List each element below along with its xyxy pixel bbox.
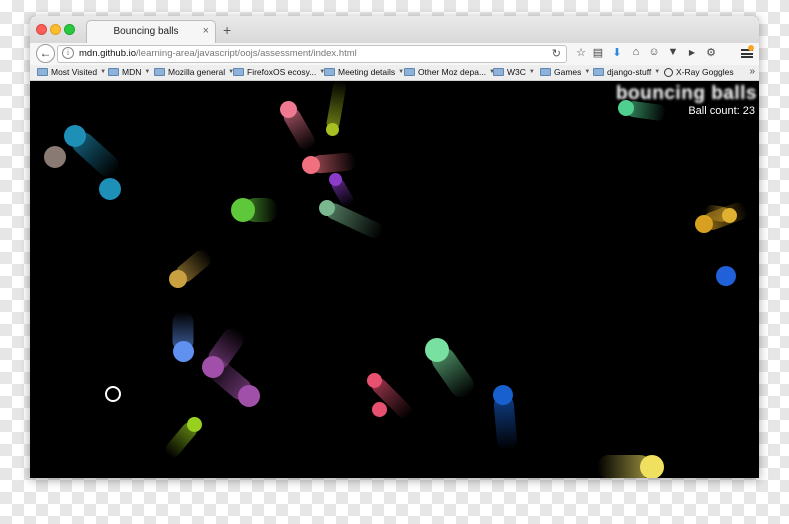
bookmark-firefoxos[interactable]: FirefoxOS ecosy... ▼ (233, 67, 325, 77)
star-icon[interactable]: ☆ (574, 46, 588, 59)
bookmark-xray-goggles[interactable]: X-Ray Goggles (664, 67, 734, 77)
ball-green-mid (231, 198, 255, 222)
folder-icon (233, 68, 244, 76)
ball-mint-top-right (618, 100, 634, 116)
ball-red-1 (366, 372, 382, 388)
ball-blue-right (716, 266, 736, 286)
ball-count: Ball count: 23 (688, 105, 755, 117)
caret-down-icon: ▼ (654, 69, 661, 75)
bookmark-other-moz[interactable]: Other Moz depa...▼ (404, 67, 495, 77)
bookmark-label: Meeting details (338, 67, 396, 77)
url-host: mdn.github.io (79, 48, 137, 59)
pocket-icon[interactable]: ▼ (666, 46, 680, 58)
evil-circle (105, 386, 121, 402)
ball-lime-bottom (186, 416, 202, 432)
caret-down-icon: ▼ (144, 69, 151, 75)
url-bar[interactable]: i mdn.github.io/learning-area/javascript… (57, 45, 567, 63)
ball-sage (319, 200, 335, 216)
ball-yellow-bottom (640, 455, 664, 478)
ball-periwinkle (172, 340, 194, 362)
chat-icon[interactable]: ☺ (647, 46, 661, 58)
caret-down-icon: ▼ (528, 69, 535, 75)
caret-down-icon: ▼ (100, 69, 107, 75)
folder-icon (37, 68, 48, 76)
bookmark-most-visited[interactable]: Most Visited ▼ (37, 67, 106, 77)
minimize-window-button[interactable] (50, 24, 61, 35)
url-path: /learning-area/javascript/oojs/assessmen… (136, 48, 357, 59)
ball-red-2 (371, 401, 387, 417)
reading-list-icon[interactable]: ▤ (591, 46, 605, 59)
browser-window: Bouncing balls × + ← i mdn.github.io/lea… (30, 16, 759, 478)
bookmarks-overflow-icon[interactable]: » (749, 66, 755, 77)
url-text: mdn.github.io/learning-area/javascript/o… (79, 48, 357, 59)
ball-blue-bottom (493, 385, 513, 405)
bookmark-label: django-stuff (607, 67, 652, 77)
bookmark-mdn[interactable]: MDN ▼ (108, 67, 150, 77)
folder-icon (493, 68, 504, 76)
home-icon[interactable]: ⌂ (629, 46, 643, 58)
bookmark-meeting-details[interactable]: Meeting details ▼ (324, 67, 404, 77)
ball-olive-top (325, 122, 339, 136)
bookmarks-toolbar: Most Visited ▼ MDN ▼ Mozilla general ▼ Fire… (30, 65, 759, 81)
ball-teal-trail (99, 178, 121, 200)
settings-icon[interactable]: ⚙ (704, 46, 718, 59)
ball-gold-left (169, 270, 187, 288)
bookmark-label: FirefoxOS ecosy... (247, 67, 317, 77)
bookmark-django-stuff[interactable]: django-stuff ▼ (593, 67, 660, 77)
info-icon[interactable]: i (62, 47, 74, 59)
close-window-button[interactable] (36, 24, 47, 35)
xray-goggles-icon (664, 67, 673, 77)
folder-icon (108, 68, 119, 76)
bookmark-label: Most Visited (51, 67, 98, 77)
ball-pink-top (279, 100, 297, 118)
ball-violet-2 (238, 385, 260, 407)
ball-mint-center (425, 338, 449, 362)
bookmark-label: Games (554, 67, 582, 77)
bookmark-games[interactable]: Games ▼ (540, 67, 590, 77)
bookmark-w3c[interactable]: W3C ▼ (493, 67, 535, 77)
caret-down-icon: ▼ (584, 69, 591, 75)
bookmark-mozilla-general[interactable]: Mozilla general ▼ (154, 67, 234, 77)
youtube-icon[interactable]: ▶ (685, 48, 699, 57)
folder-icon (593, 68, 604, 76)
folder-icon (154, 68, 165, 76)
bookmark-label: X-Ray Goggles (676, 67, 734, 77)
bookmark-label: Mozilla general (168, 67, 226, 77)
folder-icon (324, 68, 335, 76)
navigation-toolbar: ← i mdn.github.io/learning-area/javascri… (30, 43, 759, 66)
back-button[interactable]: ← (36, 44, 55, 63)
download-icon[interactable]: ⬇ (610, 46, 624, 59)
title-bar: Bouncing balls × + (30, 16, 759, 43)
bookmark-label: W3C (507, 67, 526, 77)
page-canvas[interactable]: bouncing balls Ball count: 23 (30, 81, 759, 478)
ball-purple-small (328, 172, 342, 186)
tab-close-icon[interactable]: × (203, 25, 209, 37)
ball-salmon (302, 156, 320, 174)
tab-bouncing-balls[interactable]: Bouncing balls × (86, 20, 216, 43)
ball-yellow-small (721, 207, 737, 223)
folder-icon (404, 68, 415, 76)
folder-icon (540, 68, 551, 76)
zoom-window-button[interactable] (64, 24, 75, 35)
new-tab-button[interactable]: + (223, 22, 231, 38)
ball-teal-left (64, 125, 86, 147)
update-badge (748, 45, 754, 51)
bookmark-label: MDN (122, 67, 142, 77)
bookmark-label: Other Moz depa... (418, 67, 487, 77)
ball-brown-left (44, 146, 66, 168)
tab-title: Bouncing balls (113, 26, 179, 37)
arrow-left-icon: ← (39, 46, 52, 60)
reload-icon[interactable]: ↻ (552, 47, 561, 60)
